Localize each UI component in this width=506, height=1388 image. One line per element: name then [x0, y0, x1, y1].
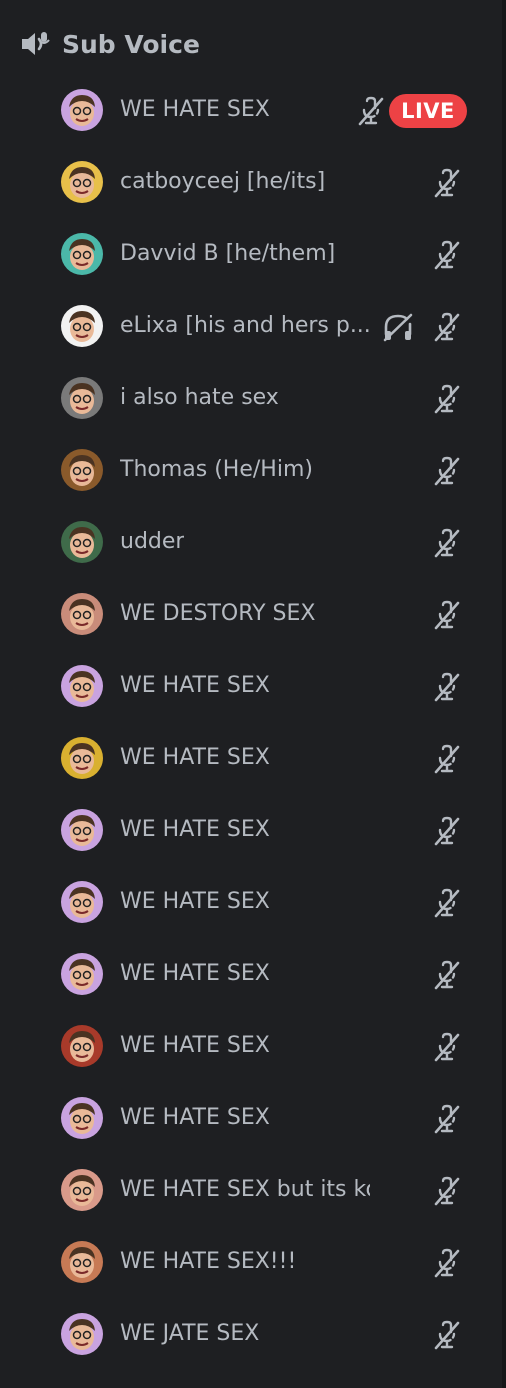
avatar[interactable]: [61, 377, 103, 419]
voice-user-list: WE HATE SEX LIVE catboyceej [he/its] Davvid…: [0, 74, 500, 1370]
voice-user-row[interactable]: Davvid B [he/them]: [0, 218, 500, 290]
username[interactable]: WE HATE SEX: [120, 670, 270, 702]
username[interactable]: catboyceej [he/its]: [120, 166, 325, 198]
avatar[interactable]: [61, 593, 103, 635]
username[interactable]: WE HATE SEX: [120, 1102, 270, 1134]
muted-mic-icon: [432, 960, 462, 990]
muted-mic-icon: [432, 888, 462, 918]
avatar[interactable]: [61, 1313, 103, 1355]
live-badge[interactable]: LIVE: [389, 94, 467, 128]
muted-mic-icon: [432, 384, 462, 414]
avatar[interactable]: [61, 1169, 103, 1211]
voice-user-row[interactable]: udder: [0, 506, 500, 578]
muted-mic-icon: [432, 528, 462, 558]
username[interactable]: WE DESTORY SEX: [120, 598, 315, 630]
muted-mic-icon: [432, 168, 462, 198]
username[interactable]: WE JATE SEX: [120, 1318, 259, 1350]
username[interactable]: WE HATE SEX but its kou: [120, 1174, 370, 1206]
deafened-icon: [382, 312, 414, 342]
username[interactable]: WE HATE SEX: [120, 94, 270, 126]
muted-mic-icon: [432, 600, 462, 630]
avatar[interactable]: [61, 881, 103, 923]
username[interactable]: eLixa [his and hers p...: [120, 310, 370, 342]
username[interactable]: WE HATE SEX: [120, 742, 270, 774]
avatar[interactable]: [61, 89, 103, 131]
muted-mic-icon: [432, 1248, 462, 1278]
channel-name: Sub Voice: [62, 29, 200, 59]
avatar[interactable]: [61, 161, 103, 203]
muted-mic-icon: [356, 96, 386, 126]
username[interactable]: WE HATE SEX: [120, 958, 270, 990]
username[interactable]: WE HATE SEX: [120, 814, 270, 846]
username[interactable]: i also hate sex: [120, 382, 279, 414]
avatar[interactable]: [61, 449, 103, 491]
voice-user-row[interactable]: WE DESTORY SEX: [0, 578, 500, 650]
username[interactable]: WE HATE SEX: [120, 886, 270, 918]
voice-channel-header[interactable]: Sub Voice: [18, 24, 200, 64]
voice-user-row[interactable]: WE HATE SEX!!!: [0, 1226, 500, 1298]
voice-user-row[interactable]: WE HATE SEX: [0, 650, 500, 722]
avatar[interactable]: [61, 1241, 103, 1283]
voice-user-row[interactable]: Thomas (He/Him): [0, 434, 500, 506]
avatar[interactable]: [61, 809, 103, 851]
avatar[interactable]: [61, 521, 103, 563]
muted-mic-icon: [432, 672, 462, 702]
voice-user-row[interactable]: WE JATE SEX: [0, 1298, 500, 1370]
voice-user-row[interactable]: WE HATE SEX: [0, 866, 500, 938]
muted-mic-icon: [432, 1104, 462, 1134]
voice-user-row[interactable]: WE HATE SEX: [0, 1082, 500, 1154]
voice-user-row[interactable]: WE HATE SEX: [0, 1010, 500, 1082]
username[interactable]: udder: [120, 526, 184, 558]
muted-mic-icon: [432, 1320, 462, 1350]
muted-mic-icon: [432, 1032, 462, 1062]
avatar[interactable]: [61, 953, 103, 995]
username[interactable]: WE HATE SEX: [120, 1030, 270, 1062]
voice-user-row[interactable]: WE HATE SEX but its kou: [0, 1154, 500, 1226]
avatar[interactable]: [61, 1025, 103, 1067]
speaker-icon: [18, 27, 52, 61]
voice-user-row[interactable]: WE HATE SEX: [0, 722, 500, 794]
avatar[interactable]: [61, 305, 103, 347]
voice-user-row[interactable]: WE HATE SEX: [0, 938, 500, 1010]
muted-mic-icon: [432, 456, 462, 486]
muted-mic-icon: [432, 312, 462, 342]
voice-user-row[interactable]: i also hate sex: [0, 362, 500, 434]
avatar[interactable]: [61, 1097, 103, 1139]
muted-mic-icon: [432, 240, 462, 270]
avatar[interactable]: [61, 233, 103, 275]
muted-mic-icon: [432, 1176, 462, 1206]
voice-user-row[interactable]: catboyceej [he/its]: [0, 146, 500, 218]
username[interactable]: Thomas (He/Him): [120, 454, 313, 486]
username[interactable]: WE HATE SEX!!!: [120, 1246, 296, 1278]
voice-user-row[interactable]: WE HATE SEX: [0, 794, 500, 866]
scrollbar-track[interactable]: [502, 0, 506, 1388]
muted-mic-icon: [432, 744, 462, 774]
muted-mic-icon: [432, 816, 462, 846]
voice-user-row[interactable]: WE HATE SEX LIVE: [0, 74, 500, 146]
avatar[interactable]: [61, 665, 103, 707]
avatar[interactable]: [61, 737, 103, 779]
username[interactable]: Davvid B [he/them]: [120, 238, 335, 270]
voice-user-row[interactable]: eLixa [his and hers p...: [0, 290, 500, 362]
